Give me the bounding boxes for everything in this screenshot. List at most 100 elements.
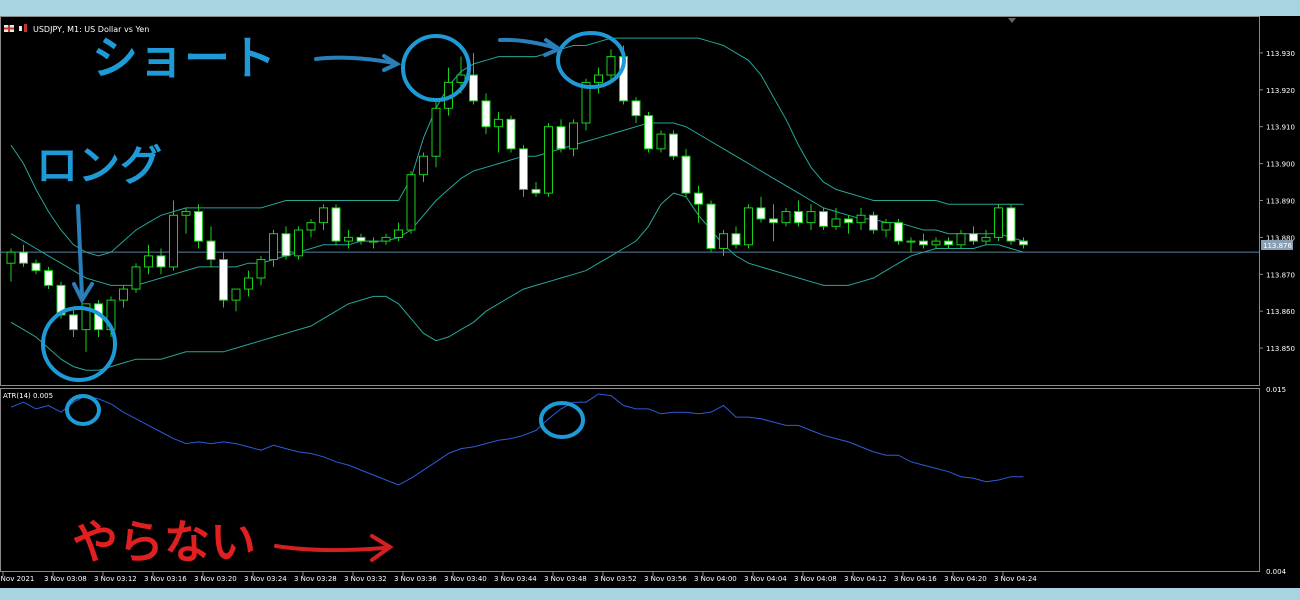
- candle: [194, 204, 203, 249]
- chart-canvas[interactable]: USDJPY, M1: US Dollar vs Yen ATR(14) 0.0…: [0, 16, 1300, 588]
- candle-body-down: [969, 233, 978, 242]
- candle: [681, 148, 691, 197]
- x-tick-label: 3 Nov 04:04: [744, 575, 787, 583]
- candle-body-up: [881, 222, 891, 231]
- x-tick-label: 3 Nov 03:36: [394, 575, 437, 583]
- candle-body-up: [594, 74, 603, 83]
- candle-body-up: [569, 122, 578, 150]
- candle-body-down: [31, 262, 41, 272]
- candle-body-down: [919, 240, 928, 246]
- long-circle: [41, 306, 117, 382]
- candle-body-down: [506, 118, 516, 150]
- candle: [6, 248, 16, 282]
- candle: [756, 196, 766, 223]
- candle-body-up: [144, 255, 153, 268]
- candle: [119, 285, 128, 308]
- candle-body-up: [419, 155, 428, 176]
- candle: [919, 233, 928, 249]
- candle: [406, 170, 416, 234]
- candle: [844, 215, 853, 234]
- candle-body-down: [794, 211, 803, 224]
- candle: [231, 288, 241, 312]
- x-tick-label: 3 Nov 04:08: [794, 575, 837, 583]
- shift-marker-icon[interactable]: [1008, 18, 1016, 23]
- candle-body-up: [244, 277, 253, 290]
- candle: [469, 52, 478, 105]
- candle: [669, 130, 678, 160]
- candle-body-down: [531, 188, 541, 194]
- candle: [181, 207, 191, 234]
- candle: [419, 152, 428, 183]
- y-tick-label: 113.860: [1266, 308, 1295, 316]
- x-tick-label: 3 Nov 03:16: [144, 575, 187, 583]
- chart-window[interactable]: USDJPY, M1: US Dollar vs Yen ATR(14) 0.0…: [0, 16, 1300, 588]
- y-tick-label: 113.870: [1266, 271, 1295, 279]
- candle: [781, 207, 791, 227]
- candle: [644, 111, 653, 153]
- candle: [794, 200, 803, 227]
- candle-body-down: [731, 233, 741, 246]
- candle: [656, 130, 666, 153]
- x-tick-label: 3 Nov 04:16: [894, 575, 937, 583]
- candle-body-up: [744, 207, 753, 246]
- x-tick-label: 3 Nov 04:24: [994, 575, 1037, 583]
- candle: [519, 145, 528, 197]
- atr-y-tick-label: 0.004: [1266, 568, 1287, 576]
- candle-body-up: [456, 74, 466, 83]
- candle-body-down: [331, 207, 341, 242]
- candle: [744, 204, 753, 249]
- candle: [281, 226, 291, 260]
- candle-body-up: [544, 126, 553, 194]
- candle: [731, 226, 741, 249]
- candle: [69, 307, 78, 338]
- candle: [981, 230, 991, 245]
- candle: [556, 119, 566, 153]
- candle-body-down: [194, 211, 203, 242]
- candle-body-up: [394, 229, 403, 238]
- atr-circle-1: [65, 394, 101, 426]
- candle-body-down: [844, 218, 853, 224]
- candle-body-down: [219, 259, 228, 301]
- x-tick-label: 3 Nov 03:52: [594, 575, 637, 583]
- candle: [269, 230, 278, 267]
- no-trade-arrow: [274, 534, 394, 562]
- x-tick-label: 3 Nov 03:20: [194, 575, 237, 583]
- x-tick-label: 3 Nov 03:48: [544, 575, 587, 583]
- candle-body-down: [281, 233, 291, 257]
- candle: [356, 233, 366, 245]
- candle-body-up: [306, 222, 316, 231]
- uk-flag-icon: [4, 25, 14, 32]
- candle: [94, 300, 103, 338]
- no-trade-label: やらない: [72, 515, 256, 569]
- candle-body-down: [756, 207, 766, 220]
- candle: [544, 123, 553, 197]
- candle-body-down: [206, 240, 216, 261]
- y-tick-label: 113.900: [1266, 161, 1295, 169]
- candle: [894, 218, 903, 245]
- x-tick-label: 3 Nov 03:12: [94, 575, 137, 583]
- candle-body-down: [706, 203, 716, 249]
- candle: [344, 230, 353, 249]
- x-tick-label: 3 Nov 03:32: [344, 575, 387, 583]
- candle: [431, 100, 441, 168]
- candle: [944, 237, 953, 249]
- candle: [694, 185, 703, 223]
- candle-body-up: [719, 233, 728, 249]
- candle: [131, 263, 141, 293]
- candle-body-up: [369, 240, 378, 243]
- candle: [494, 111, 503, 153]
- current-price-label: 113.876: [1263, 242, 1292, 250]
- candle-body-up: [494, 118, 503, 128]
- candle: [569, 119, 578, 157]
- candle-body-down: [669, 133, 678, 157]
- candle: [219, 252, 228, 308]
- x-tick-label: 3 Nov 03:28: [294, 575, 337, 583]
- candle: [369, 237, 378, 249]
- candle: [31, 259, 41, 275]
- candle-body-up: [831, 218, 841, 227]
- x-tick-label: 3 Nov 04:00: [694, 575, 737, 583]
- long-label: ロング: [36, 141, 162, 190]
- candle-body-down: [19, 251, 28, 264]
- x-tick-label: 3 Nov 2021: [0, 575, 34, 583]
- atr-title: ATR(14) 0.005: [3, 392, 53, 400]
